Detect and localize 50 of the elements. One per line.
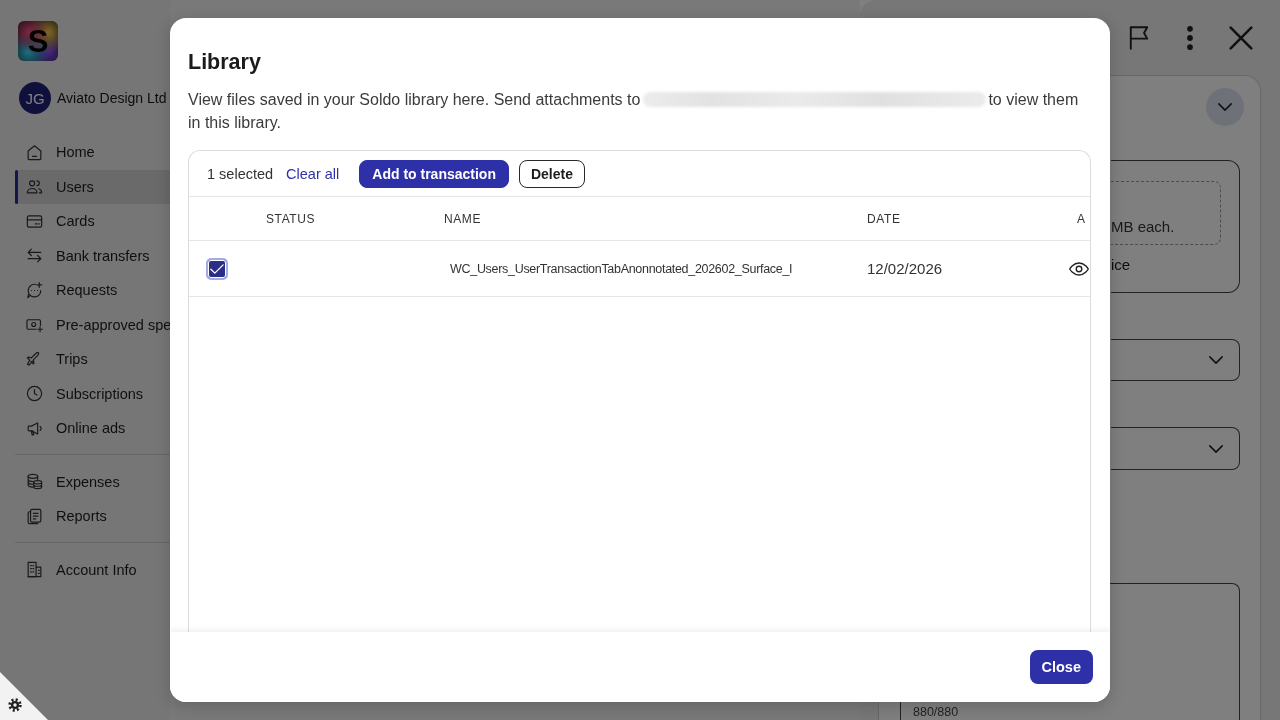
file-name-cell-text: WC_Users_UserTransactionTabAnonnotated_202602_Surface_I: [450, 260, 793, 278]
nav-item[interactable]: Reports: [15, 499, 170, 534]
close-icon[interactable]: [1229, 25, 1253, 50]
chevron-down-icon: [1209, 444, 1223, 453]
upload-area[interactable]: MB each. ice: [1111, 159, 1240, 293]
date-cell-text: 12/02/2026: [867, 260, 944, 277]
upload-link-text[interactable]: ice: [1111, 255, 1221, 273]
chat-plus-icon: [25, 280, 44, 300]
selection-count: 1 selected: [207, 165, 274, 182]
add-to-transaction-button[interactable]: Add to transaction: [359, 159, 509, 188]
nav-item[interactable]: Expenses: [15, 464, 170, 499]
user-avatar: JG: [19, 82, 51, 114]
gear-icon: [8, 698, 22, 712]
character-counter: 880/880: [913, 705, 959, 719]
row-checkbox[interactable]: [206, 257, 228, 280]
chevron-down-icon: [1218, 102, 1232, 111]
nav-item[interactable]: Cards: [15, 204, 170, 239]
drop-zone[interactable]: MB each.: [1111, 180, 1221, 245]
column-header: DATE: [867, 211, 902, 226]
nav-item[interactable]: Users: [15, 169, 170, 204]
home-icon: [25, 142, 44, 162]
collapse-button[interactable]: [1206, 88, 1244, 126]
chevron-down-icon: [1209, 356, 1223, 364]
clear-all-link[interactable]: Clear all: [286, 165, 340, 182]
clock-icon: [25, 384, 44, 404]
app-logo: S: [18, 21, 58, 61]
nav-item[interactable]: Subscriptions: [15, 376, 170, 411]
building-icon: [25, 560, 44, 580]
flag-icon[interactable]: [1127, 25, 1151, 50]
document-icon: [25, 506, 44, 526]
column-header: A: [1076, 211, 1087, 226]
account-name: Aviato Design Ltd: [57, 90, 167, 106]
column-header: STATUS: [266, 211, 317, 226]
nav-item[interactable]: Home: [15, 135, 170, 170]
checkmark-icon: [210, 261, 224, 276]
column-header: NAME: [444, 211, 483, 226]
dropdown-field[interactable]: [1111, 338, 1240, 382]
dropdown-field[interactable]: [1111, 427, 1240, 470]
nav-item[interactable]: Pre-approved spe: [15, 307, 170, 342]
nav-item[interactable]: Account Info: [15, 552, 170, 587]
nav-item[interactable]: Online ads: [15, 411, 170, 446]
upload-hint: MB each.: [1111, 217, 1175, 235]
nav-item[interactable]: Requests: [15, 273, 170, 308]
coins-icon: [25, 472, 44, 492]
nav-item[interactable]: Trips: [15, 342, 170, 377]
delete-button[interactable]: Delete: [518, 159, 585, 188]
description-text: View files saved in your Soldo library here. Send attachments to to view them in this library.: [188, 90, 1080, 133]
close-button[interactable]: Close: [1029, 650, 1093, 684]
nav-item[interactable]: Bank transfers: [15, 238, 170, 273]
dialog-title: Library: [188, 49, 262, 76]
